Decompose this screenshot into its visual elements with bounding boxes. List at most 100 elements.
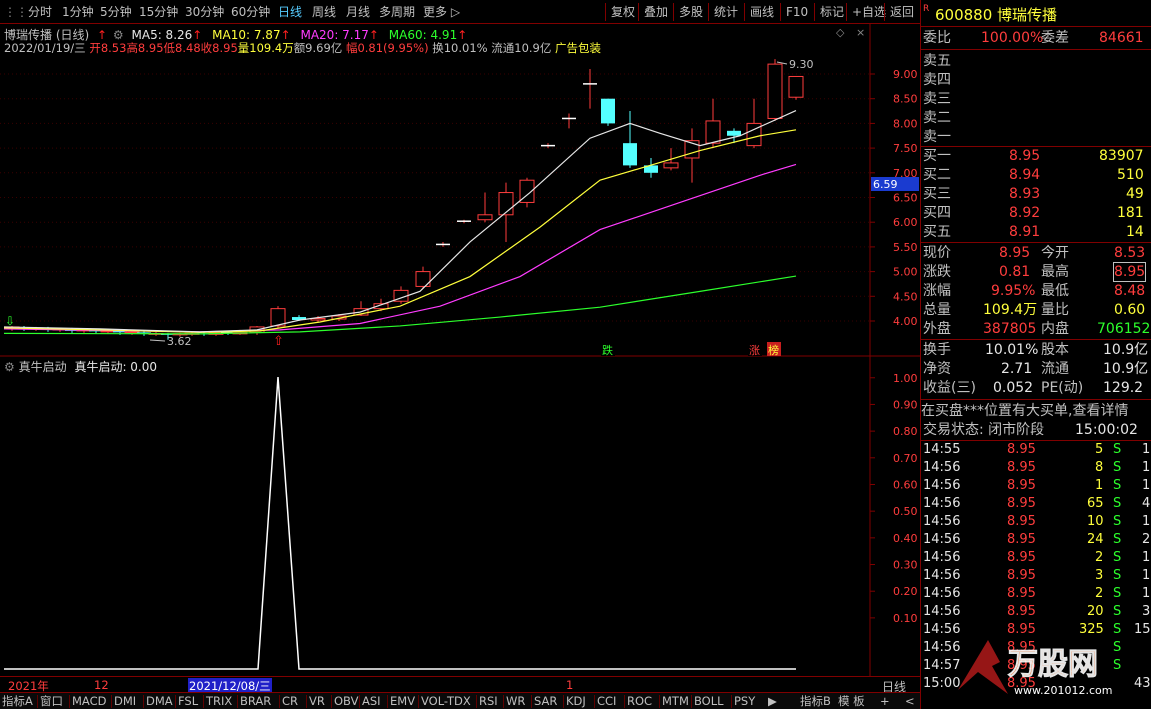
tick-side: S — [1113, 460, 1122, 475]
tab-divider — [279, 695, 280, 708]
fund-value: 0.052 — [993, 380, 1034, 396]
bottom-right-btn-3[interactable]: < — [905, 693, 915, 709]
weibi-value: 100.00% — [981, 30, 1044, 46]
tab-divider — [175, 695, 176, 708]
indicator-tab-13[interactable]: VOL-TDX — [421, 693, 471, 709]
sell-row[interactable]: 卖五 — [921, 52, 1151, 70]
toolbar-btn-2[interactable]: 多股 — [679, 0, 703, 24]
tick-volume: 5 — [1095, 442, 1104, 457]
toolbar-divider — [846, 3, 847, 21]
period-tab-4[interactable]: 30分钟 — [185, 0, 224, 24]
stat-label-2: 量比 — [1041, 302, 1069, 318]
indicator-tab-8[interactable]: CR — [282, 693, 298, 709]
period-tab-7[interactable]: 周线 — [312, 0, 336, 24]
period-tab-1[interactable]: 1分钟 — [62, 0, 94, 24]
bigorder-notice[interactable]: 在买盘***位置有大买单,查看详情 — [921, 402, 1151, 420]
fund-label: 净资 — [923, 361, 951, 377]
ma5-line — [3, 110, 797, 333]
sell-row[interactable]: 卖二 — [921, 109, 1151, 127]
indicator-tab-21[interactable]: BOLL — [694, 693, 724, 709]
kline-chart[interactable]: 9.008.508.007.507.006.506.005.505.004.50… — [0, 24, 920, 676]
indicator-tab-10[interactable]: OBV — [334, 693, 358, 709]
indicator-tab-12[interactable]: EMV — [390, 693, 415, 709]
period-tab-6[interactable]: 日线 — [278, 0, 302, 24]
signal-line — [4, 376, 796, 670]
indicator-tab-14[interactable]: RSI — [479, 693, 498, 709]
indicator-tab-3[interactable]: DMI — [114, 693, 136, 709]
indicator-tab-7[interactable]: BRAR — [240, 693, 271, 709]
indicator-tab-2[interactable]: MACD — [72, 693, 106, 709]
price-label: 6.50 — [893, 192, 918, 205]
period-tab-0[interactable]: 分时 — [28, 0, 52, 24]
grid-menu-icon[interactable]: ⋮⋮ — [4, 0, 28, 24]
sell-row[interactable]: 卖四 — [921, 71, 1151, 89]
price-label: 8.50 — [893, 93, 918, 106]
toolbar-btn-4[interactable]: 画线 — [750, 0, 774, 24]
buy-price: 8.94 — [1009, 167, 1041, 183]
toolbar-btn-6[interactable]: 标记 — [820, 0, 844, 24]
scroll-right-icon[interactable]: ▶ — [768, 693, 777, 709]
period-tab-2[interactable]: 5分钟 — [100, 0, 132, 24]
buy-row[interactable]: 买五 8.91 14 — [921, 223, 1151, 241]
period-tab-8[interactable]: 月线 — [346, 0, 370, 24]
tab-divider — [37, 695, 38, 708]
indicator-tab-17[interactable]: KDJ — [566, 693, 586, 709]
toolbar-btn-0[interactable]: 复权 — [611, 0, 635, 24]
indicator-tab-5[interactable]: FSL — [178, 693, 198, 709]
indicator-tab-19[interactable]: ROC — [627, 693, 652, 709]
buy-label: 买五 — [923, 224, 951, 240]
fund-label: 收益(三) — [923, 380, 976, 396]
indicator-tab-6[interactable]: TRIX — [206, 693, 232, 709]
period-tab-9[interactable]: 多周期 — [379, 0, 415, 24]
stat-label-2: 今开 — [1041, 245, 1069, 261]
indicator-tab-15[interactable]: WR — [506, 693, 525, 709]
period-tab-5[interactable]: 60分钟 — [231, 0, 270, 24]
sell-row[interactable]: 卖一 — [921, 128, 1151, 146]
tick-volume: 3 — [1095, 568, 1104, 583]
tick-time: 14:56 — [923, 586, 961, 601]
axis-month-1: 1 — [566, 678, 574, 692]
buy-row[interactable]: 买四 8.92 181 — [921, 204, 1151, 222]
bottom-right-btn-1[interactable]: 模 板 — [838, 693, 865, 709]
stat-value: 109.4万 — [983, 302, 1038, 318]
sector-tag[interactable]: 广告包装 — [555, 41, 601, 55]
stat-row: 总量 109.4万 量比 0.60 — [921, 301, 1151, 319]
toolbar-btn-3[interactable]: 统计 — [714, 0, 738, 24]
period-tab-10[interactable]: 更多 ▷ — [423, 0, 460, 24]
indicator-header: ⚙ 真牛启动 真牛启动: 0.00 — [4, 358, 157, 375]
close-icon[interactable]: × — [856, 26, 865, 39]
period-tab-3[interactable]: 15分钟 — [139, 0, 178, 24]
fund-label-2: 流通 — [1041, 361, 1069, 377]
tick-side: S — [1113, 478, 1122, 493]
bottom-right-btn-0[interactable]: 指标B — [800, 693, 831, 709]
toolbar-btn-1[interactable]: 叠加 — [644, 0, 668, 24]
stat-value: 8.95 — [999, 245, 1031, 261]
indicator-tab-16[interactable]: SAR — [534, 693, 557, 709]
settings-icon[interactable]: ⚙ — [4, 360, 15, 374]
indicator-tab-20[interactable]: MTM — [662, 693, 689, 709]
candle-body — [477, 214, 493, 221]
bottom-right-btn-2[interactable]: + — [880, 693, 890, 709]
buy-row[interactable]: 买二 8.94 510 — [921, 166, 1151, 184]
indicator-tab-9[interactable]: VR — [309, 693, 325, 709]
toolbar-btn-5[interactable]: F10 — [786, 0, 808, 24]
tick-time: 14:56 — [923, 496, 961, 511]
indicator-tab-0[interactable]: 指标A — [2, 693, 33, 709]
diamond-icon[interactable]: ◇ — [836, 26, 844, 39]
period-toolbar: 分时 1分钟 5分钟 15分钟 30分钟 60分钟 日线 周线 月线 多周期 更多 ▷ ⋮⋮ 复权 叠加多… — [0, 0, 920, 24]
toolbar-divider — [673, 3, 674, 21]
toolbar-btn-8[interactable]: 返回 — [890, 0, 914, 24]
indicator-tab-22[interactable]: PSY — [734, 693, 755, 709]
stat-row: 涨跌 0.81 最高 8.95 — [921, 262, 1151, 282]
toolbar-btn-7[interactable]: +自选 — [852, 0, 886, 24]
buy-row[interactable]: 买一 8.95 83907 — [921, 147, 1151, 165]
indicator-tab-1[interactable]: 窗口 — [40, 693, 63, 709]
fund-value-2: 129.2 — [1103, 380, 1144, 396]
indicator-tab-4[interactable]: DMA — [146, 693, 173, 709]
sell-row[interactable]: 卖三 — [921, 90, 1151, 108]
indicator-tab-11[interactable]: ASI — [362, 693, 381, 709]
buy-row[interactable]: 买三 8.93 49 — [921, 185, 1151, 203]
fund-value-2: 10.9亿 — [1103, 361, 1149, 377]
indicator-tab-18[interactable]: CCI — [597, 693, 616, 709]
rights-badge: R — [923, 4, 930, 14]
